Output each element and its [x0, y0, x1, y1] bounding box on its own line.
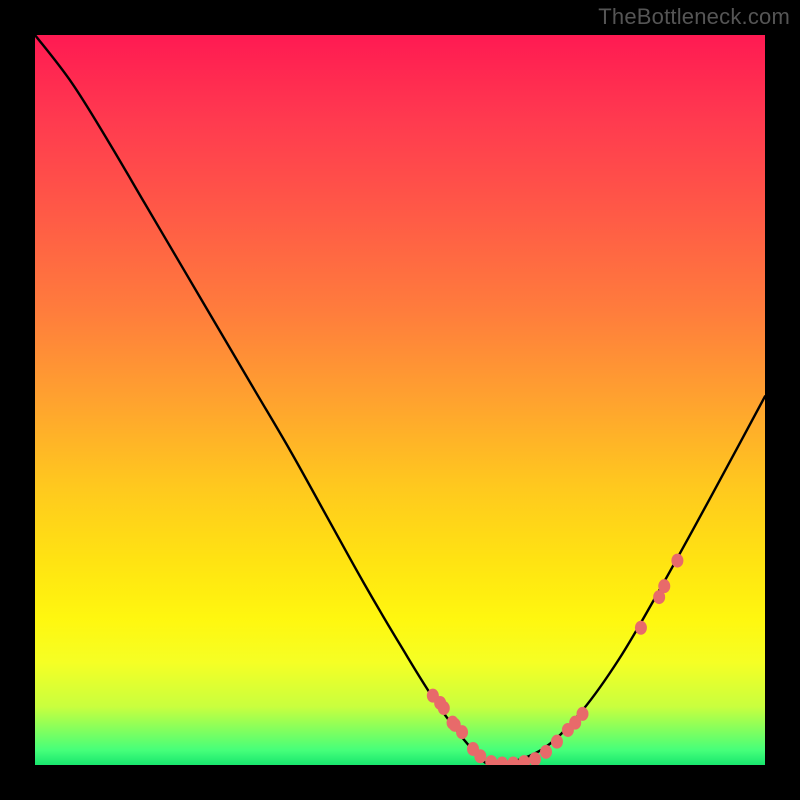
marker-point — [671, 554, 683, 568]
marker-point — [496, 757, 508, 765]
marker-point — [474, 749, 486, 763]
chart-frame: TheBottleneck.com — [0, 0, 800, 800]
plot-area — [35, 35, 765, 765]
marker-point — [540, 745, 552, 759]
marker-point — [658, 579, 670, 593]
marker-point — [507, 757, 519, 765]
marker-point — [456, 725, 468, 739]
watermark-text: TheBottleneck.com — [598, 4, 790, 30]
marker-point — [635, 621, 647, 635]
marker-point — [485, 755, 497, 765]
marker-point — [438, 701, 450, 715]
marker-group — [427, 554, 684, 765]
curve-svg — [35, 35, 765, 765]
series-curve — [35, 35, 765, 765]
marker-point — [577, 707, 589, 721]
marker-point — [551, 735, 563, 749]
